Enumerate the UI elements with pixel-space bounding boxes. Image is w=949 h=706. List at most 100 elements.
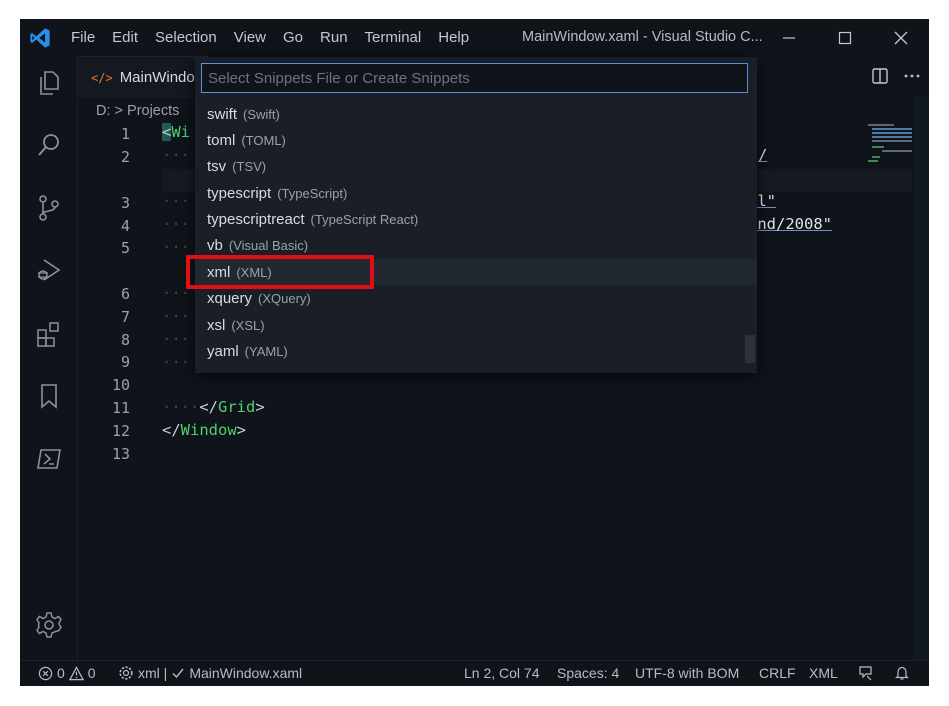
vscode-window: File Edit Selection View Go Run Terminal… bbox=[20, 19, 929, 686]
snippet-language-item[interactable]: xsl (XSL) bbox=[195, 312, 757, 338]
error-icon bbox=[38, 666, 53, 680]
maximize-icon bbox=[838, 31, 852, 44]
code-line-3[interactable]: ··· bbox=[162, 192, 190, 210]
bookmarks-icon bbox=[41, 384, 57, 409]
snippets-quick-pick: swift (Swift) toml (TOML) tsv (TSV) type… bbox=[195, 57, 757, 373]
powershell-icon bbox=[37, 449, 61, 469]
search-button[interactable] bbox=[32, 128, 66, 162]
gear-icon bbox=[36, 612, 62, 638]
minimize-button[interactable] bbox=[765, 19, 813, 56]
snippet-language-item[interactable]: typescript (TypeScript) bbox=[195, 180, 757, 206]
code-line-12[interactable]: </Window> bbox=[162, 421, 246, 439]
code-line-2-tail: / bbox=[758, 146, 768, 164]
activity-bar bbox=[20, 56, 78, 660]
line-number: 2 bbox=[120, 148, 130, 166]
run-debug-icon bbox=[38, 259, 61, 281]
settings-gear-icon bbox=[119, 666, 133, 680]
line-number: 7 bbox=[120, 308, 130, 326]
menu-view[interactable]: View bbox=[234, 29, 266, 46]
source-control-button[interactable] bbox=[32, 191, 66, 225]
indentation[interactable]: Spaces: 4 bbox=[557, 665, 619, 681]
snippet-language-item[interactable]: yaml (YAML) bbox=[195, 338, 757, 364]
extensions-icon bbox=[37, 322, 59, 347]
line-number: 4 bbox=[120, 217, 130, 235]
menu-file[interactable]: File bbox=[71, 29, 95, 46]
warning-icon bbox=[68, 665, 84, 680]
snippet-language-item[interactable]: tsv (TSV) bbox=[195, 153, 757, 179]
error-count: 0 bbox=[57, 665, 65, 681]
manage-button[interactable] bbox=[32, 608, 66, 642]
line-number: 1 bbox=[120, 125, 130, 143]
breadcrumb[interactable]: D: > Projects bbox=[96, 103, 179, 119]
menu-selection[interactable]: Selection bbox=[155, 29, 217, 46]
quick-pick-list: swift (Swift) toml (TOML) tsv (TSV) type… bbox=[195, 101, 757, 367]
code-line-5[interactable]: ··· bbox=[162, 238, 190, 256]
explorer-button[interactable] bbox=[32, 66, 66, 100]
split-editor-icon[interactable] bbox=[871, 67, 889, 85]
code-line-1[interactable]: <Wi bbox=[162, 123, 190, 141]
end-of-line[interactable]: CRLF bbox=[759, 665, 796, 681]
menu-go[interactable]: Go bbox=[283, 29, 303, 46]
editor-actions bbox=[871, 67, 921, 85]
code-line-2[interactable]: ··· bbox=[162, 146, 190, 164]
snippet-language-item[interactable]: swift (Swift) bbox=[195, 101, 757, 127]
minimap[interactable] bbox=[868, 119, 912, 169]
problems-indicator[interactable]: 0 0 bbox=[38, 665, 96, 681]
cursor-position[interactable]: Ln 2, Col 74 bbox=[464, 665, 540, 681]
close-button[interactable] bbox=[877, 19, 925, 56]
snippets-search-input[interactable] bbox=[202, 64, 747, 92]
bell-icon bbox=[895, 666, 909, 680]
tab-label: MainWindo bbox=[119, 69, 195, 86]
menu-terminal[interactable]: Terminal bbox=[365, 29, 422, 46]
line-number: 11 bbox=[111, 399, 130, 417]
maximize-button[interactable] bbox=[821, 19, 869, 56]
warning-count: 0 bbox=[87, 665, 96, 681]
line-number: 9 bbox=[120, 353, 130, 371]
run-debug-button[interactable] bbox=[32, 253, 66, 287]
source-control-icon bbox=[39, 195, 59, 221]
menu-bar: File Edit Selection View Go Run Terminal… bbox=[62, 19, 477, 56]
code-line-9[interactable]: ··· bbox=[162, 353, 190, 371]
line-number: 8 bbox=[120, 331, 130, 349]
annotation-highlight-box bbox=[186, 255, 374, 289]
window-title: MainWindow.xaml - Visual Studio C... bbox=[522, 29, 763, 45]
feedback-icon bbox=[859, 666, 872, 681]
powershell-button[interactable] bbox=[32, 442, 66, 476]
code-line-4-tail: end/2008" bbox=[748, 215, 832, 233]
minimize-icon bbox=[783, 36, 795, 39]
search-icon bbox=[38, 134, 59, 156]
snippet-language-item[interactable]: typescriptreact (TypeScript React) bbox=[195, 206, 757, 232]
editor-scrollbar[interactable] bbox=[914, 97, 929, 660]
line-number: 6 bbox=[120, 285, 130, 303]
vscode-logo-icon bbox=[30, 28, 50, 48]
more-actions-icon[interactable] bbox=[903, 67, 921, 85]
check-icon bbox=[172, 668, 184, 679]
bookmarks-button[interactable] bbox=[32, 379, 66, 413]
menu-run[interactable]: Run bbox=[320, 29, 348, 46]
tab-mainwindow[interactable]: </> MainWindo bbox=[78, 56, 208, 98]
xml-file-icon: </> bbox=[91, 70, 113, 85]
line-number: 5 bbox=[120, 239, 130, 257]
snippet-language-item[interactable]: toml (TOML) bbox=[195, 127, 757, 153]
menu-help[interactable]: Help bbox=[438, 29, 469, 46]
feedback-button[interactable] bbox=[858, 665, 874, 681]
menu-edit[interactable]: Edit bbox=[112, 29, 138, 46]
task-language: xml | bbox=[138, 665, 168, 681]
status-bar: 0 0 xml | MainWindow.xaml Ln 2, Col 74 S… bbox=[20, 660, 929, 686]
title-bar: File Edit Selection View Go Run Terminal… bbox=[20, 19, 929, 56]
close-icon bbox=[894, 31, 908, 44]
line-number: 10 bbox=[111, 376, 130, 394]
code-line-7[interactable]: ··· bbox=[162, 307, 190, 325]
quick-pick-scrollbar[interactable] bbox=[745, 335, 755, 363]
extensions-button[interactable] bbox=[32, 317, 66, 351]
task-status[interactable]: xml | MainWindow.xaml bbox=[118, 665, 302, 681]
task-file: MainWindow.xaml bbox=[189, 665, 303, 681]
language-mode[interactable]: XML bbox=[809, 665, 838, 681]
line-number: 13 bbox=[111, 445, 130, 463]
file-encoding[interactable]: UTF-8 with BOM bbox=[635, 665, 739, 681]
code-line-11[interactable]: ····</Grid> bbox=[162, 398, 265, 416]
code-line-4[interactable]: ··· bbox=[162, 215, 190, 233]
notifications-button[interactable] bbox=[894, 665, 910, 681]
line-number: 3 bbox=[120, 194, 130, 212]
code-line-8[interactable]: ··· bbox=[162, 330, 190, 348]
